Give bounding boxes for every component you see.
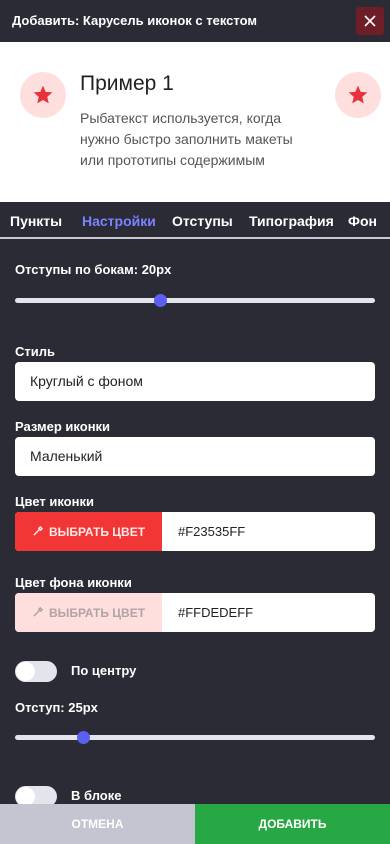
tab-settings[interactable]: Настройки xyxy=(82,213,156,229)
icon-bg-color-pick-button[interactable]: ВЫБРАТЬ ЦВЕТ xyxy=(15,593,162,632)
cancel-button[interactable]: ОТМЕНА xyxy=(0,804,195,844)
tab-typography[interactable]: Типография xyxy=(249,213,334,229)
side-padding-slider[interactable] xyxy=(15,294,375,307)
tab-items[interactable]: Пункты xyxy=(10,213,62,229)
style-label: Стиль xyxy=(15,344,55,359)
icon-color-label: Цвет иконки xyxy=(15,494,94,509)
offset-slider[interactable] xyxy=(15,731,375,744)
icon-color-pick-button[interactable]: ВЫБРАТЬ ЦВЕТ xyxy=(15,512,162,551)
toggle-knob xyxy=(16,662,35,681)
offset-label: Отступ: 25px xyxy=(15,700,98,715)
eyedropper-icon xyxy=(33,607,43,617)
offset-slider-thumb[interactable] xyxy=(77,731,90,744)
side-padding-label: Отступы по бокам: 20px xyxy=(15,262,172,277)
add-button[interactable]: ДОБАВИТЬ xyxy=(195,804,390,844)
center-toggle[interactable] xyxy=(15,661,57,682)
tab-background[interactable]: Фон xyxy=(348,213,377,229)
icon-color-picker: ВЫБРАТЬ ЦВЕТ #F23535FF xyxy=(15,512,375,551)
icon-color-input[interactable]: #F23535FF xyxy=(178,512,245,551)
preview-text: Рыбатекст используется, когда нужно быст… xyxy=(80,110,293,168)
preview-title: Пример 1 xyxy=(80,72,174,95)
close-button[interactable] xyxy=(356,7,384,35)
side-padding-slider-thumb[interactable] xyxy=(154,294,167,307)
in-block-toggle-label: В блоке xyxy=(71,788,122,803)
preview-icon-left xyxy=(20,72,66,118)
icon-size-label: Размер иконки xyxy=(15,419,111,434)
dialog-header: Добавить: Карусель иконок с текстом xyxy=(0,0,390,42)
settings-tabs: Пункты Настройки Отступы Типография Фон xyxy=(0,202,390,239)
tab-padding[interactable]: Отступы xyxy=(172,213,233,229)
active-tab-indicator xyxy=(71,237,161,239)
pick-color-label: ВЫБРАТЬ ЦВЕТ xyxy=(48,524,146,539)
star-icon xyxy=(33,85,53,104)
pick-color-label: ВЫБРАТЬ ЦВЕТ xyxy=(48,605,146,620)
eyedropper-icon xyxy=(33,526,43,536)
dialog-title: Добавить: Карусель иконок с текстом xyxy=(12,13,257,28)
icon-bg-color-picker: ВЫБРАТЬ ЦВЕТ #FFDEDEFF xyxy=(15,593,375,632)
icon-size-select[interactable]: Маленький xyxy=(15,437,375,476)
carousel-preview: Пример 1 Рыбатекст используется, когда н… xyxy=(0,42,390,202)
style-select[interactable]: Круглый с фоном xyxy=(15,362,375,401)
center-toggle-label: По центру xyxy=(71,663,137,678)
preview-icon-right xyxy=(335,72,381,118)
icon-bg-color-input[interactable]: #FFDEDEFF xyxy=(178,593,253,632)
close-icon xyxy=(364,15,376,27)
star-icon xyxy=(348,85,368,104)
icon-bg-color-label: Цвет фона иконки xyxy=(15,575,132,590)
